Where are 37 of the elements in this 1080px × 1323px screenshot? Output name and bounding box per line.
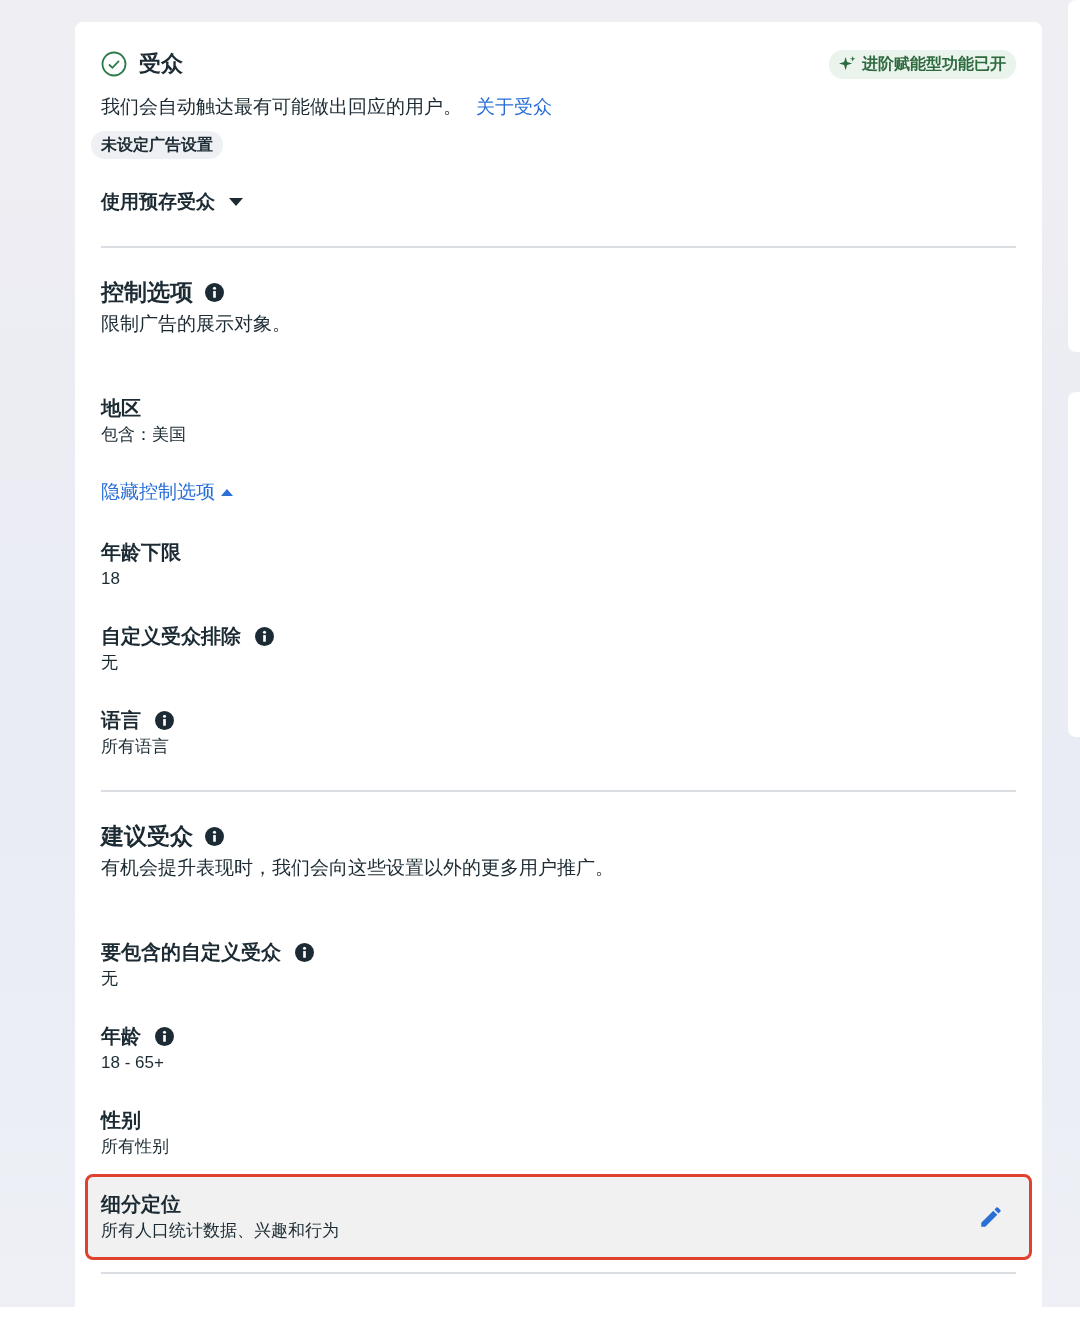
field-value: 18 xyxy=(101,568,121,590)
field-label: 自定义受众排除 xyxy=(101,624,241,649)
hide-controls-toggle[interactable]: 隐藏控制选项 xyxy=(101,478,233,506)
field-label: 要包含的自定义受众 xyxy=(101,940,281,965)
field-label: 语言 xyxy=(101,708,141,733)
group-heading: 控制选项 xyxy=(101,278,193,307)
info-icon[interactable] xyxy=(295,942,314,962)
caret-down-icon xyxy=(229,198,243,206)
field-value: 无 xyxy=(101,652,119,674)
field-label: 年龄 xyxy=(101,1024,141,1049)
group-description: 有机会提升表现时，我们会向这些设置以外的更多用户推广。 xyxy=(101,856,615,880)
field-value: 所有语言 xyxy=(101,736,170,758)
group-description: 限制广告的展示对象。 xyxy=(101,312,292,336)
caret-up-icon xyxy=(221,488,233,496)
info-icon[interactable] xyxy=(205,826,224,846)
info-icon[interactable] xyxy=(255,626,274,646)
sparkle-icon xyxy=(839,55,856,73)
info-icon[interactable] xyxy=(155,1026,174,1046)
about-link[interactable]: 关于受众 xyxy=(476,96,552,117)
field-value: 无 xyxy=(101,968,119,990)
section-title: 受众 xyxy=(139,50,184,78)
field-label: 年龄下限 xyxy=(101,540,181,565)
field-label: 细分定位 xyxy=(101,1192,181,1217)
field-label: 地区 xyxy=(101,396,141,421)
field-value: 18 - 65+ xyxy=(101,1052,165,1074)
description-text: 我们会自动触达最有可能做出回应的用户。 关于受众 xyxy=(101,95,553,119)
field-label: 性别 xyxy=(101,1108,141,1133)
info-icon[interactable] xyxy=(205,282,224,302)
group-heading: 建议受众 xyxy=(101,822,193,851)
saved-audience-dropdown[interactable]: 使用预存受众 xyxy=(101,189,215,215)
field-value: 所有性别 xyxy=(101,1136,170,1158)
field-value: 包含：美国 xyxy=(101,424,187,446)
info-icon[interactable] xyxy=(155,710,174,730)
status-badge: 进阶赋能型功能已开 xyxy=(829,49,1016,79)
status-tag: 未设定广告设置 xyxy=(91,131,223,159)
field-value: 所有人口统计数据、兴趣和行为 xyxy=(101,1220,340,1242)
pencil-icon[interactable] xyxy=(978,1204,1004,1230)
